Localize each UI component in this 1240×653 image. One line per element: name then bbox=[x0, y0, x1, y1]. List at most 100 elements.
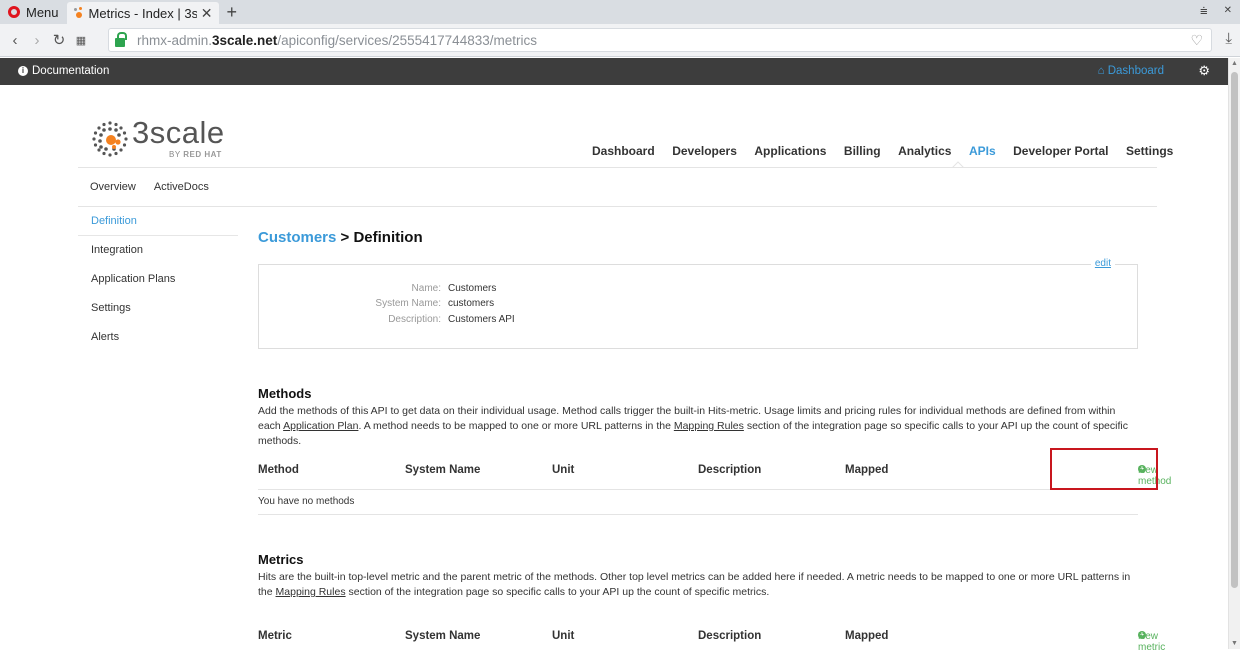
sub-nav: Overview ActiveDocs bbox=[90, 181, 209, 193]
nav-applications[interactable]: Applications bbox=[754, 144, 826, 158]
definition-system-name-row: System Name: customers bbox=[259, 298, 494, 309]
3scale-favicon-icon bbox=[73, 7, 85, 19]
sidebar-item-settings[interactable]: Settings bbox=[78, 294, 238, 323]
definition-panel: edit Name: Customers System Name: custom… bbox=[258, 258, 1138, 349]
definition-name-row: Name: Customers bbox=[259, 283, 497, 294]
browser-tab-title: Metrics - Index | 3sc bbox=[88, 5, 197, 21]
header-divider bbox=[78, 167, 1157, 168]
col-system-name: System Name bbox=[405, 630, 481, 642]
sidebar: Definition Integration Application Plans… bbox=[78, 207, 238, 352]
metrics-table-header: Metric System Name Unit Description Mapp… bbox=[258, 630, 1165, 653]
nav-analytics[interactable]: Analytics bbox=[898, 144, 951, 158]
nav-developers[interactable]: Developers bbox=[672, 144, 737, 158]
breadcrumb-customers-link[interactable]: Customers bbox=[258, 229, 336, 246]
speed-dial-icon[interactable]: ▦ bbox=[70, 34, 92, 47]
sidebar-item-integration[interactable]: Integration bbox=[78, 236, 238, 265]
top-bar: i Documentation ⌂ Dashboard ⚙ bbox=[0, 58, 1228, 85]
opera-logo-icon bbox=[8, 6, 20, 18]
subnav-activedocs[interactable]: ActiveDocs bbox=[154, 181, 209, 193]
gear-icon[interactable]: ⚙ bbox=[1198, 63, 1210, 79]
subnav-overview[interactable]: Overview bbox=[90, 181, 136, 193]
logo-wordmark: 3scale bbox=[132, 115, 225, 150]
info-icon: i bbox=[18, 66, 28, 76]
metrics-text-2: section of the integration page so speci… bbox=[348, 586, 770, 598]
description-value: Customers API bbox=[448, 314, 515, 325]
col-metric: Metric bbox=[258, 630, 292, 642]
browser-tab[interactable]: Metrics - Index | 3sc ✕ bbox=[66, 2, 219, 24]
browser-tabbar: Menu Metrics - Index | 3sc ✕ + ⩧ ✕ bbox=[0, 0, 1240, 24]
main-nav: Dashboard Developers Applications Billin… bbox=[592, 144, 1191, 158]
forward-icon[interactable]: › bbox=[26, 32, 48, 49]
application-plan-link[interactable]: Application Plan bbox=[283, 420, 358, 432]
new-metric-label: New metric bbox=[1138, 631, 1166, 653]
main-content: Customers > Definition edit Name: Custom… bbox=[258, 229, 1171, 653]
name-value: Customers bbox=[448, 283, 497, 294]
bookmark-heart-icon[interactable]: ♡ bbox=[1190, 32, 1203, 49]
logo-sub-prefix: BY bbox=[169, 150, 181, 159]
nav-developer-portal[interactable]: Developer Portal bbox=[1013, 144, 1108, 158]
browser-addressbar: ‹ › ↻ ▦ rhmx-admin. 3scale.net/apiconfig/… bbox=[0, 24, 1240, 57]
col-mapped: Mapped bbox=[845, 464, 889, 476]
col-unit: Unit bbox=[552, 630, 575, 642]
col-unit: Unit bbox=[552, 464, 575, 476]
documentation-link[interactable]: i Documentation bbox=[18, 65, 109, 77]
dashboard-label: Dashboard bbox=[1107, 65, 1164, 77]
col-description: Description bbox=[698, 464, 762, 476]
highlight-box bbox=[1050, 448, 1158, 490]
metrics-heading: Metrics bbox=[258, 552, 304, 567]
metrics-mapping-rules-link[interactable]: Mapping Rules bbox=[276, 586, 346, 598]
col-description: Description bbox=[698, 630, 762, 642]
sidebar-item-alerts[interactable]: Alerts bbox=[78, 323, 238, 352]
url-domain: 3scale.net bbox=[212, 32, 278, 48]
3scale-logo[interactable]: 3scale BY RED HAT bbox=[90, 115, 230, 161]
nav-billing[interactable]: Billing bbox=[844, 144, 881, 158]
description-label: Description: bbox=[388, 314, 441, 325]
url-field[interactable]: rhmx-admin. 3scale.net/apiconfig/services… bbox=[108, 28, 1212, 52]
subnav-divider bbox=[78, 206, 1157, 207]
logo-subtitle: BY RED HAT bbox=[169, 150, 222, 159]
breadcrumb: Customers > Definition bbox=[258, 229, 1138, 246]
methods-table-bottom bbox=[258, 514, 1138, 515]
download-icon[interactable]: ⤓ bbox=[1225, 30, 1232, 47]
definition-description-row: Description: Customers API bbox=[259, 314, 515, 325]
methods-empty-message: You have no methods bbox=[258, 496, 355, 507]
url-prefix: rhmx-admin. bbox=[137, 32, 213, 48]
nav-dashboard[interactable]: Dashboard bbox=[592, 144, 655, 158]
name-label: Name: bbox=[411, 283, 441, 294]
system-name-value: customers bbox=[448, 298, 495, 309]
browser-menu-label: Menu bbox=[26, 4, 59, 20]
page-scrollbar[interactable]: ▲ ▼ bbox=[1228, 58, 1240, 649]
back-icon[interactable]: ‹ bbox=[4, 32, 26, 49]
methods-heading: Methods bbox=[258, 386, 312, 401]
methods-description: Add the methods of this API to get data … bbox=[258, 404, 1138, 449]
reload-icon[interactable]: ↻ bbox=[48, 31, 70, 49]
scroll-up-icon[interactable]: ▲ bbox=[1231, 60, 1238, 67]
sidebar-item-application-plans[interactable]: Application Plans bbox=[78, 265, 238, 294]
tab-menu-icon[interactable]: ⩧ bbox=[1200, 3, 1208, 19]
scroll-down-icon[interactable]: ▼ bbox=[1231, 640, 1238, 647]
sidebar-item-definition[interactable]: Definition bbox=[78, 207, 238, 236]
browser-menu-button[interactable]: Menu bbox=[0, 0, 67, 24]
edit-link[interactable]: edit bbox=[1090, 258, 1115, 269]
col-method: Method bbox=[258, 464, 299, 476]
home-icon: ⌂ bbox=[1097, 65, 1105, 77]
3scale-logo-icon bbox=[92, 121, 128, 157]
methods-table-header: Method System Name Unit Description Mapp… bbox=[258, 464, 1171, 487]
col-mapped: Mapped bbox=[845, 630, 889, 642]
methods-mapping-rules-link[interactable]: Mapping Rules bbox=[674, 420, 744, 432]
close-tab-icon[interactable]: ✕ bbox=[201, 5, 213, 22]
lock-icon bbox=[115, 31, 127, 47]
breadcrumb-separator: > bbox=[340, 229, 350, 246]
methods-header-divider bbox=[258, 489, 1138, 490]
col-system-name: System Name bbox=[405, 464, 481, 476]
new-tab-icon[interactable]: + bbox=[227, 2, 238, 23]
dashboard-link[interactable]: ⌂ Dashboard bbox=[1098, 65, 1164, 77]
nav-settings[interactable]: Settings bbox=[1126, 144, 1173, 158]
metrics-description: Hits are the built-in top-level metric a… bbox=[258, 570, 1138, 600]
methods-text-2: . A method needs to be mapped to one or … bbox=[358, 420, 671, 432]
scrollbar-thumb[interactable] bbox=[1231, 72, 1238, 588]
window-close-icon[interactable]: ✕ bbox=[1224, 5, 1232, 19]
logo-sub-brand: RED HAT bbox=[183, 150, 222, 159]
page-title: Definition bbox=[353, 229, 423, 246]
nav-apis[interactable]: APIs bbox=[969, 144, 996, 158]
